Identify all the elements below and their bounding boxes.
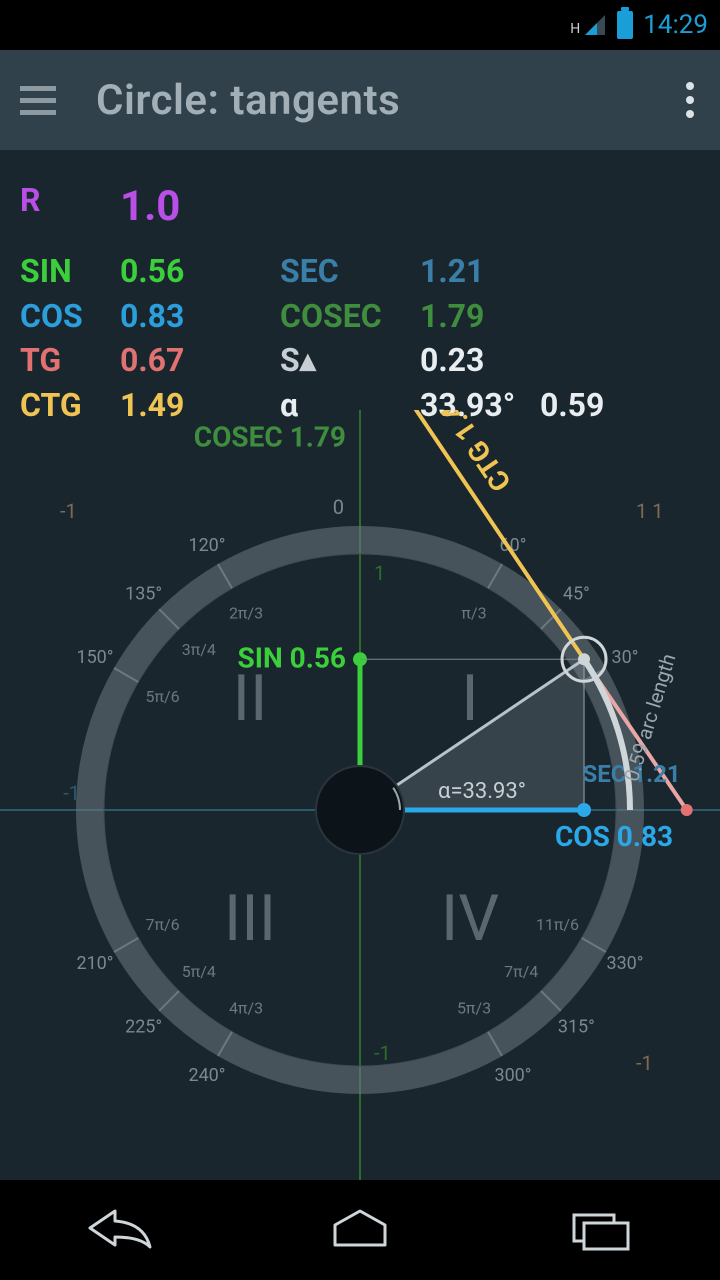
svg-text:120°: 120° <box>188 535 225 556</box>
svg-text:30°: 30° <box>612 647 639 668</box>
svg-text:150°: 150° <box>76 647 113 668</box>
svg-text:-1: -1 <box>636 1051 653 1075</box>
content-area: R 1.0 SIN 0.56 SEC 1.21 COS 0.83 COSEC 1… <box>0 150 720 1180</box>
cosec-value: 1.79 <box>420 294 540 339</box>
svg-text:-1: -1 <box>374 1041 391 1065</box>
back-button[interactable] <box>80 1203 160 1257</box>
svg-text:0: 0 <box>333 495 344 519</box>
svg-text:330°: 330° <box>606 953 643 974</box>
app-bar: Circle: tangents <box>0 50 720 150</box>
svg-text:315°: 315° <box>558 1016 595 1037</box>
recents-button[interactable] <box>560 1203 640 1257</box>
svg-text:1 1: 1 1 <box>636 499 663 523</box>
battery-icon <box>617 11 633 39</box>
svg-text:IV: IV <box>441 881 499 956</box>
svg-text:7π/4: 7π/4 <box>504 962 538 981</box>
svg-text:SIN 0.56: SIN 0.56 <box>238 641 346 674</box>
svg-text:COS 0.83: COS 0.83 <box>555 820 673 853</box>
svg-text:3π/4: 3π/4 <box>182 640 216 659</box>
page-title: Circle: tangents <box>96 76 400 125</box>
svg-text:240°: 240° <box>188 1065 225 1086</box>
overflow-icon[interactable] <box>680 76 700 124</box>
cos-value: 0.83 <box>120 294 280 339</box>
svg-text:135°: 135° <box>125 584 162 605</box>
svg-text:1: 1 <box>374 561 385 585</box>
svg-text:300°: 300° <box>494 1065 531 1086</box>
svg-text:-1: -1 <box>63 781 80 805</box>
home-button[interactable] <box>320 1203 400 1257</box>
r-label: R <box>20 178 120 237</box>
svg-text:7π/6: 7π/6 <box>145 915 179 934</box>
svg-text:COSEC 1.79: COSEC 1.79 <box>194 421 346 454</box>
svg-text:45°: 45° <box>563 584 590 605</box>
svg-text:5π/3: 5π/3 <box>457 998 491 1017</box>
menu-icon[interactable] <box>20 86 56 115</box>
s-value: 0.23 <box>420 338 540 383</box>
svg-text:11π/6: 11π/6 <box>536 915 579 934</box>
sec-label: SEC <box>280 249 420 294</box>
tg-value: 0.67 <box>120 338 280 383</box>
svg-text:5π/6: 5π/6 <box>145 687 179 706</box>
svg-text:4π/3: 4π/3 <box>229 998 263 1017</box>
svg-text:III: III <box>224 881 276 956</box>
svg-text:CTG 1.49: CTG 1.49 <box>425 410 518 498</box>
signal-icon: H <box>570 13 607 37</box>
svg-text:5π/4: 5π/4 <box>182 962 216 981</box>
svg-text:I: I <box>461 661 478 736</box>
sin-label: SIN <box>20 249 120 294</box>
network-type: H <box>570 21 581 37</box>
sec-value: 1.21 <box>420 249 540 294</box>
svg-text:α=33.93°: α=33.93° <box>438 779 526 804</box>
tg-label: TG <box>20 338 120 383</box>
sin-value: 0.56 <box>120 249 280 294</box>
android-nav-bar <box>0 1180 720 1280</box>
svg-text:2π/3: 2π/3 <box>229 604 263 623</box>
values-panel: R 1.0 SIN 0.56 SEC 1.21 COS 0.83 COSEC 1… <box>0 150 720 438</box>
svg-text:210°: 210° <box>76 953 113 974</box>
cos-label: COS <box>20 294 120 339</box>
status-bar: H 14:29 <box>0 0 720 50</box>
s-label: S▴ <box>280 338 420 383</box>
clock: 14:29 <box>643 10 708 40</box>
unit-circle-diagram[interactable]: 30°45°60°120°135°150°210°225°240°300°315… <box>0 410 720 1180</box>
svg-text:225°: 225° <box>125 1016 162 1037</box>
r-value: 1.0 <box>120 178 280 237</box>
svg-text:π/3: π/3 <box>461 604 486 623</box>
svg-text:-1: -1 <box>60 499 77 523</box>
cosec-label: COSEC <box>280 294 420 339</box>
